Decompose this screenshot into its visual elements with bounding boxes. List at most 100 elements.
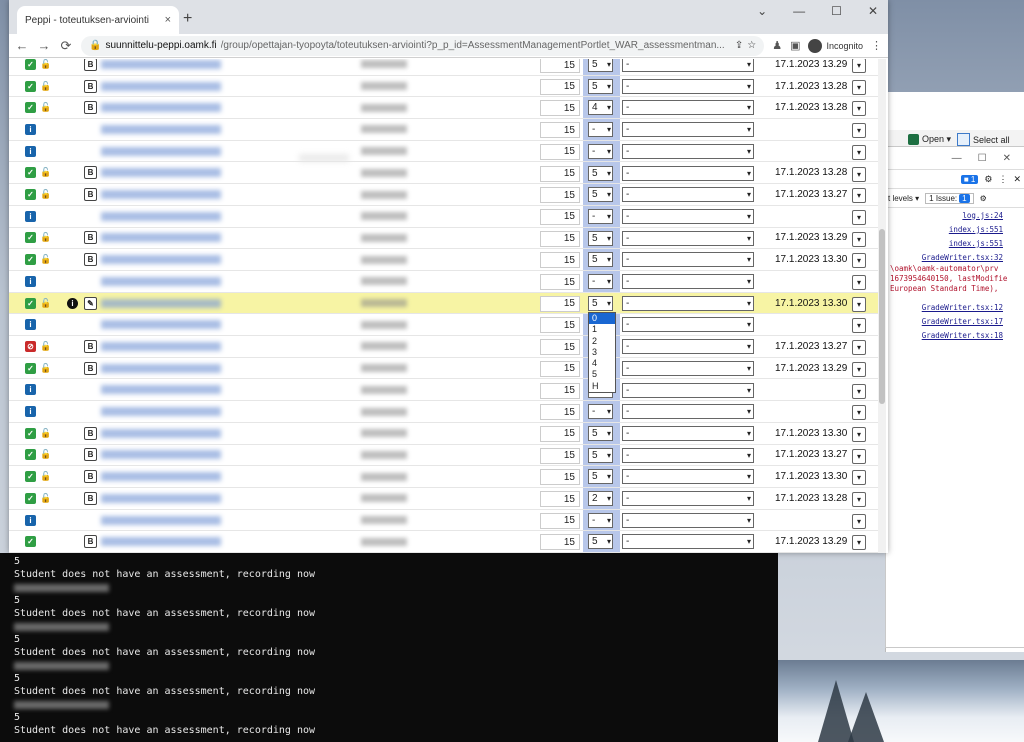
row-menu-button[interactable]: ▾ — [852, 79, 866, 95]
row-menu-button[interactable]: ▾ — [852, 492, 866, 507]
student-name-redacted[interactable] — [101, 184, 221, 205]
student-name-redacted[interactable] — [101, 97, 221, 118]
approved-status-icon[interactable]: ✓ — [25, 471, 36, 483]
grade-select[interactable]: 5▾ — [588, 425, 613, 441]
row-menu-button[interactable]: ▾ — [852, 231, 866, 247]
tab-search-button[interactable]: ⌄ — [757, 4, 767, 18]
row-menu-button[interactable]: ▾ — [852, 318, 866, 334]
reload-icon[interactable]: ⟳ — [59, 38, 73, 54]
maximize-button[interactable]: ☐ — [978, 153, 987, 164]
grade-select[interactable]: 2 ▾ — [588, 491, 613, 506]
credits-field[interactable]: 15 — [540, 208, 580, 225]
comment-select[interactable]: - ▾ — [622, 360, 754, 376]
scrollbar-thumb[interactable] — [879, 229, 885, 404]
credits-field[interactable]: 15 — [540, 230, 580, 247]
issues-button[interactable]: 1 Issue: 1 — [925, 192, 974, 204]
row-menu-button[interactable]: ▾ — [852, 426, 866, 442]
approved-status-icon[interactable]: ✓ — [25, 362, 36, 374]
source-link[interactable]: index.js:551 — [949, 239, 1003, 248]
grade-option[interactable]: 0 — [589, 313, 615, 325]
student-name-redacted[interactable] — [101, 488, 221, 509]
minimize-button[interactable]: — — [952, 153, 962, 164]
grade-select[interactable]: -▾ — [588, 208, 613, 224]
row-menu-button[interactable]: ▾ — [852, 296, 866, 312]
comment-select[interactable]: - ▾ — [622, 252, 754, 268]
grade-book-icon[interactable]: B — [84, 163, 97, 184]
unlock-icon[interactable]: 🔓 — [40, 97, 51, 118]
student-name-redacted[interactable] — [101, 401, 221, 422]
student-name-redacted[interactable] — [101, 380, 221, 401]
credits-field[interactable]: 15 — [540, 512, 580, 529]
source-link[interactable]: GradeWriter.tsx:12 — [922, 303, 1003, 312]
approved-status-icon[interactable]: ✓ — [25, 536, 36, 548]
student-name-redacted[interactable] — [101, 531, 221, 552]
rejected-status-icon[interactable]: ⊘ — [25, 340, 36, 352]
credits-field[interactable]: 15 — [540, 447, 580, 464]
select-all-button[interactable]: Select all — [957, 133, 1010, 146]
comment-select[interactable]: - ▾ — [622, 78, 754, 94]
comment-select[interactable]: - ▾ — [622, 274, 754, 289]
credits-field[interactable]: 15 — [540, 491, 580, 507]
row-menu-button[interactable]: ▾ — [852, 405, 866, 421]
source-link[interactable]: index.js:551 — [949, 225, 1003, 234]
grade-book-icon[interactable]: B — [84, 59, 97, 75]
grade-option[interactable]: 2 — [589, 336, 615, 347]
student-name-redacted[interactable] — [101, 119, 221, 140]
student-name-redacted[interactable] — [101, 314, 221, 335]
close-button[interactable]: ✕ — [868, 4, 878, 18]
grade-book-icon[interactable]: B — [84, 488, 97, 509]
credits-field[interactable]: 15 — [540, 274, 580, 290]
maximize-button[interactable]: ☐ — [831, 4, 842, 18]
open-button[interactable]: Open ▾ — [908, 134, 951, 145]
grade-book-icon[interactable]: B — [84, 445, 97, 466]
unlock-icon[interactable]: 🔓 — [40, 184, 51, 205]
grade-select[interactable]: -▾ — [588, 122, 613, 138]
new-tab-button[interactable]: + — [183, 10, 192, 28]
row-menu-button[interactable]: ▾ — [852, 470, 866, 486]
grade-book-icon[interactable]: B — [84, 358, 97, 379]
grade-select[interactable]: -▾ — [588, 404, 613, 420]
student-name-redacted[interactable] — [101, 206, 221, 227]
row-menu-button[interactable]: ▾ — [852, 361, 866, 377]
grade-select[interactable]: -▾ — [588, 274, 613, 289]
credits-field[interactable]: 15 — [540, 339, 580, 356]
grade-select[interactable]: 5▾ — [588, 447, 613, 463]
info-status-icon[interactable]: i — [25, 145, 36, 157]
approved-status-icon[interactable]: ✓ — [25, 102, 36, 114]
info-status-icon[interactable]: i — [25, 210, 36, 222]
comment-select[interactable]: - ▾ — [622, 425, 754, 441]
grade-select[interactable]: 5▾ — [588, 252, 613, 268]
row-menu-button[interactable]: ▾ — [852, 513, 866, 529]
grade-book-icon[interactable]: B — [84, 228, 97, 249]
forward-arrow-icon[interactable]: → — [37, 38, 51, 53]
approved-status-icon[interactable]: ✓ — [25, 254, 36, 266]
row-menu-button[interactable]: ▾ — [852, 253, 866, 269]
source-link[interactable]: GradeWriter.tsx:32 — [922, 253, 1003, 262]
comment-select[interactable]: - ▾ — [622, 382, 754, 398]
info-status-icon[interactable]: i — [25, 406, 36, 418]
row-menu-button[interactable]: ▾ — [852, 101, 866, 117]
close-button[interactable]: ✕ — [1003, 153, 1011, 164]
row-menu-button[interactable]: ▾ — [852, 448, 866, 464]
credits-field[interactable]: 15 — [540, 425, 580, 442]
credits-field[interactable]: 15 — [540, 295, 580, 312]
grade-select[interactable]: 5▾ — [588, 187, 613, 203]
info-status-icon[interactable]: i — [25, 384, 36, 396]
unlock-icon[interactable]: 🔓 — [40, 445, 51, 466]
close-devtools-icon[interactable]: ✕ — [1013, 174, 1021, 185]
comment-select[interactable]: - ▾ — [622, 143, 754, 159]
back-arrow-icon[interactable]: ← — [15, 38, 29, 53]
student-name-redacted[interactable] — [101, 271, 221, 292]
unlock-icon[interactable]: 🔓 — [40, 249, 51, 270]
incognito-profile[interactable]: Incognito — [808, 38, 863, 53]
comment-select[interactable]: - ▾ — [622, 447, 754, 463]
grade-select[interactable]: 5▾ — [588, 534, 613, 550]
grade-option[interactable]: 1 — [589, 324, 615, 335]
info-icon[interactable]: i — [67, 293, 78, 314]
grade-dropdown-list[interactable]: 012345H — [588, 312, 616, 394]
grade-select[interactable]: 5▾ — [588, 78, 613, 94]
student-name-redacted[interactable] — [101, 423, 221, 444]
student-name-redacted[interactable] — [101, 76, 221, 97]
source-link[interactable]: log.js:24 — [962, 211, 1003, 220]
comment-select[interactable]: - ▾ — [622, 317, 754, 333]
